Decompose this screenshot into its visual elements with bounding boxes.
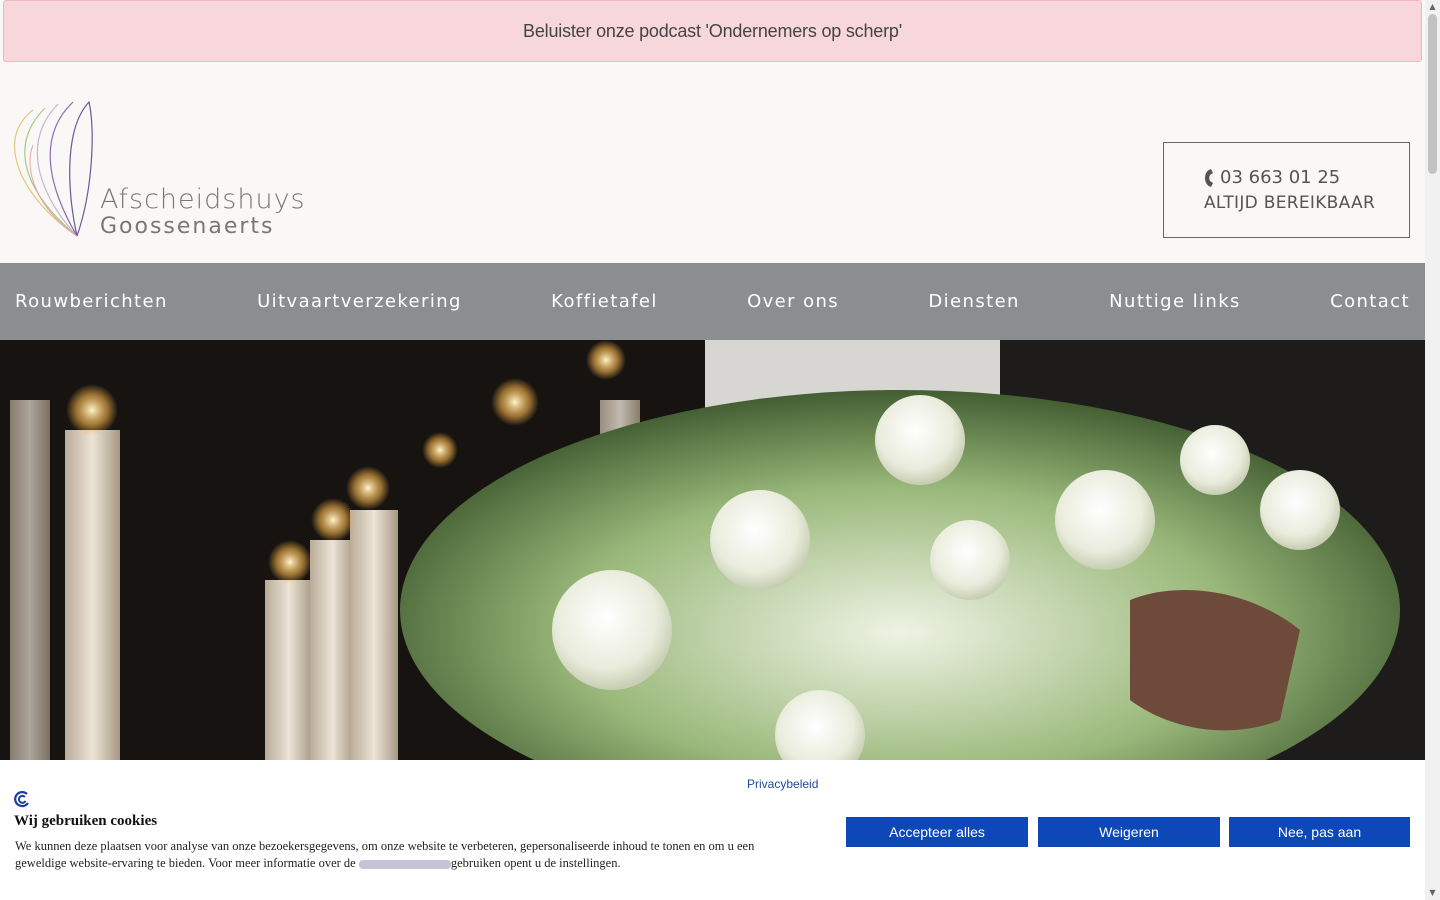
scroll-up-arrow-icon[interactable]: ▲ [1428,2,1437,12]
nav-item-rouwberichten[interactable]: Rouwberichten [15,291,168,312]
logo-name: Afscheidshuys [100,184,306,215]
availability-text: ALTIJD BEREIKBAAR [1204,193,1376,213]
phone-icon [1205,168,1213,187]
phone-row: 03 663 01 25 [1204,167,1409,188]
logo-leaves-icon [14,100,93,237]
nav-item-nuttige-links[interactable]: Nuttige links [1109,291,1241,312]
nav-item-over-ons[interactable]: Over ons [747,291,839,312]
cookie-redacted-link[interactable] [358,859,451,869]
hero-flowers-candles-image [0,340,1425,760]
announcement-text[interactable]: Beluister onze podcast 'Ondernemers op s… [523,21,902,42]
phone-number[interactable]: 03 663 01 25 [1220,167,1340,188]
accept-all-button[interactable]: Accepteer alles [846,817,1028,847]
nav-item-koffietafel[interactable]: Koffietafel [551,291,658,312]
site-header: Afscheidshuys Goossenaerts 03 663 01 25 … [0,62,1425,263]
nav-item-contact[interactable]: Contact [1330,291,1410,312]
scroll-down-arrow-icon[interactable]: ▼ [1428,888,1437,898]
nav-item-diensten[interactable]: Diensten [928,291,1019,312]
cookie-consent-icon [14,791,29,808]
site-logo[interactable]: Afscheidshuys Goossenaerts [3,100,313,245]
cookie-description: We kunnen deze plaatsen voor analyse van… [15,838,805,872]
page-scrollbar[interactable]: ▲ ▼ [1425,0,1440,900]
cookie-banner: Privacybeleid Wij gebruiken cookies We k… [0,760,1425,900]
scrollbar-thumb[interactable] [1428,14,1437,174]
customize-button[interactable]: Nee, pas aan [1229,817,1410,847]
privacy-policy-link[interactable]: Privacybeleid [747,777,818,791]
announcement-bar[interactable]: Beluister onze podcast 'Ondernemers op s… [3,0,1422,62]
cookie-text-after: gebruiken opent u de instellingen. [450,856,621,870]
cookie-title: Wij gebruiken cookies [14,813,158,829]
main-nav: Rouwberichten Uitvaartverzekering Koffie… [0,263,1425,340]
hero-image [0,340,1425,760]
phone-contact-box[interactable]: 03 663 01 25 ALTIJD BEREIKBAAR [1163,142,1410,238]
nav-item-uitvaartverzekering[interactable]: Uitvaartverzekering [257,291,462,312]
logo-surname: Goossenaerts [100,214,275,239]
decline-button[interactable]: Weigeren [1038,817,1220,847]
